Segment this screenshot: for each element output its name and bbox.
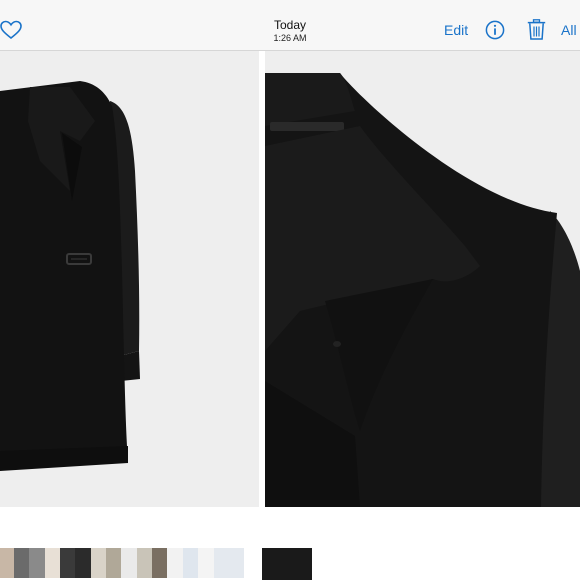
thumbnail[interactable] (91, 548, 106, 578)
thumbnail[interactable] (14, 548, 29, 578)
coat-full-photo[interactable] (0, 51, 259, 507)
thumbnail[interactable] (0, 548, 14, 578)
thumbnail[interactable] (75, 548, 91, 578)
thumbnail[interactable] (60, 548, 75, 578)
thumbnail[interactable] (167, 548, 183, 578)
coat-collar-closeup-photo[interactable] (265, 51, 580, 507)
info-icon[interactable] (485, 20, 505, 40)
all-button[interactable]: All (561, 22, 577, 38)
top-navigation-bar: Today 1:26 AM Edit All (0, 0, 580, 51)
title-block: Today 1:26 AM (240, 18, 340, 44)
thumbnail[interactable] (198, 548, 214, 578)
thumbnail[interactable] (183, 548, 198, 578)
edit-button[interactable]: Edit (444, 22, 468, 38)
thumbnail[interactable] (106, 548, 121, 578)
heart-icon[interactable] (0, 19, 22, 41)
coat-full-illustration (0, 51, 259, 507)
thumbnail[interactable] (29, 548, 45, 578)
thumbnail[interactable] (121, 548, 137, 578)
thumbnail-selected[interactable] (262, 548, 312, 580)
page-subtitle-time: 1:26 AM (273, 33, 307, 43)
thumbnail[interactable] (137, 548, 152, 578)
page-title: Today (273, 18, 307, 32)
thumbnail[interactable] (152, 548, 167, 578)
coat-collar-illustration (265, 51, 580, 507)
thumbnail[interactable] (45, 548, 60, 578)
trash-icon[interactable] (527, 19, 546, 40)
thumbnail[interactable] (214, 548, 244, 578)
